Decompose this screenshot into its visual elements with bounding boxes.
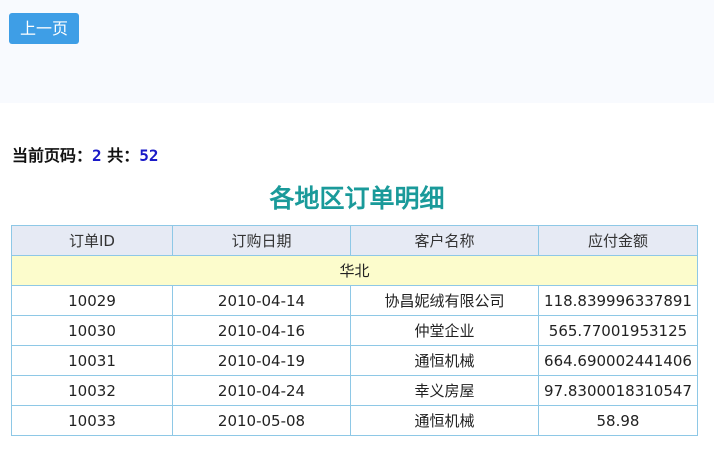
- current-page-number: 2: [92, 146, 102, 165]
- table-row: 10033 2010-05-08 通恒机械 58.98: [11, 405, 698, 436]
- table-row: 10032 2010-04-24 幸义房屋 97.8300018310547: [11, 375, 698, 406]
- toolbar: 上一页: [0, 0, 714, 103]
- amount-due-cell: 664.690002441406: [538, 345, 698, 376]
- current-page-label: 当前页码：: [12, 146, 93, 165]
- order-id-cell: 10029: [11, 285, 173, 316]
- order-id-cell: 10032: [11, 375, 173, 406]
- amount-due-cell: 565.77001953125: [538, 315, 698, 346]
- group-label-region: 华北: [11, 255, 698, 286]
- orders-table: 订单ID 订购日期 客户名称 应付金额 华北 10029 2010-04-14 …: [11, 225, 698, 436]
- amount-due-cell: 118.839996337891: [538, 285, 698, 316]
- group-row: 华北: [11, 255, 698, 286]
- order-id-cell: 10033: [11, 405, 173, 436]
- prev-page-button[interactable]: 上一页: [9, 13, 79, 44]
- customer-name-cell: 通恒机械: [350, 405, 539, 436]
- amount-due-cell: 58.98: [538, 405, 698, 436]
- column-header-customer-name: 客户名称: [350, 225, 539, 256]
- amount-due-cell: 97.8300018310547: [538, 375, 698, 406]
- order-date-cell: 2010-05-08: [172, 405, 351, 436]
- order-id-cell: 10030: [11, 315, 173, 346]
- order-id-cell: 10031: [11, 345, 173, 376]
- total-pages-number: 52: [139, 146, 159, 165]
- customer-name-cell: 幸义房屋: [350, 375, 539, 406]
- order-date-cell: 2010-04-16: [172, 315, 351, 346]
- total-pages-label: 共：: [107, 146, 140, 165]
- table-row: 10031 2010-04-19 通恒机械 664.690002441406: [11, 345, 698, 376]
- column-header-amount-due: 应付金额: [538, 225, 698, 256]
- column-header-order-date: 订购日期: [172, 225, 351, 256]
- order-date-cell: 2010-04-14: [172, 285, 351, 316]
- table-row: 10030 2010-04-16 仲堂企业 565.77001953125: [11, 315, 698, 346]
- order-date-cell: 2010-04-24: [172, 375, 351, 406]
- customer-name-cell: 通恒机械: [350, 345, 539, 376]
- customer-name-cell: 协昌妮绒有限公司: [350, 285, 539, 316]
- order-date-cell: 2010-04-19: [172, 345, 351, 376]
- report-title: 各地区订单明细: [269, 184, 445, 213]
- column-header-order-id: 订单ID: [11, 225, 173, 256]
- table-header-row: 订单ID 订购日期 客户名称 应付金额: [11, 225, 698, 256]
- table-row: 10029 2010-04-14 协昌妮绒有限公司 118.8399963378…: [11, 285, 698, 316]
- customer-name-cell: 仲堂企业: [350, 315, 539, 346]
- page-indicator: 当前页码：2 共：52: [12, 142, 159, 166]
